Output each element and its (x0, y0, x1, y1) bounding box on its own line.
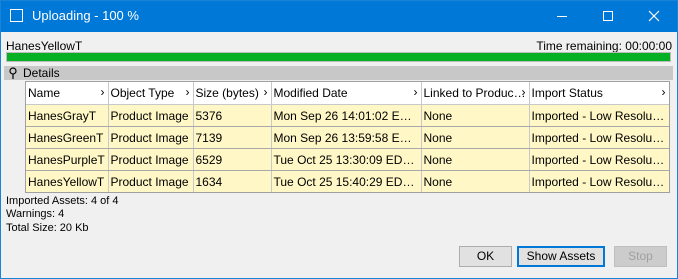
cell-linked-to-product: None (421, 148, 530, 171)
warnings-summary: Warnings: 4 (6, 208, 65, 220)
cell-name: HanesYellowT (26, 170, 109, 192)
column-header-name[interactable]: Name › (26, 82, 109, 105)
total-size-summary: Total Size: 20 Kb (6, 222, 89, 234)
column-header-modified-date[interactable]: Modified Date › (271, 82, 422, 105)
table-row[interactable]: HanesYellowT Product Image 1634 Tue Oct … (26, 170, 669, 192)
imported-assets-summary: Imported Assets: 4 of 4 (6, 195, 119, 207)
stop-button[interactable]: Stop (614, 246, 667, 267)
close-icon (648, 10, 660, 22)
ok-button[interactable]: OK (459, 246, 512, 267)
details-label: Details (23, 66, 60, 80)
cell-object-type: Product Image (108, 148, 194, 171)
cell-import-status: Imported - Low Resolution (529, 148, 669, 171)
cell-name: HanesPurpleT (26, 148, 109, 171)
maximize-icon (603, 11, 613, 21)
cell-object-type: Product Image (108, 126, 194, 149)
close-button[interactable] (631, 1, 677, 32)
sort-arrow-icon: › (100, 85, 105, 99)
table-row[interactable]: HanesGrayT Product Image 5376 Mon Sep 26… (26, 104, 669, 127)
pin-icon[interactable] (8, 67, 18, 79)
sort-arrow-icon: › (185, 85, 190, 99)
maximize-button[interactable] (585, 1, 631, 32)
column-header-object-type[interactable]: Object Type › (108, 82, 194, 105)
upload-progress-bar (6, 52, 671, 62)
show-assets-button[interactable]: Show Assets (517, 246, 605, 267)
cell-modified-date: Mon Sep 26 14:01:02 EDT 2... (271, 104, 422, 127)
cell-linked-to-product: None (421, 170, 530, 192)
cell-import-status: Imported - Low Resolution (529, 126, 669, 149)
cell-import-status: Imported - Low Resolution (529, 104, 669, 127)
column-header-import-status[interactable]: Import Status › (529, 82, 669, 105)
cell-linked-to-product: None (421, 126, 530, 149)
table-row[interactable]: HanesPurpleT Product Image 6529 Tue Oct … (26, 148, 669, 171)
cell-modified-date: Tue Oct 25 15:40:29 EDT 2016 (271, 170, 422, 192)
window-title: Uploading - 100 % (32, 8, 139, 23)
sort-arrow-icon: › (263, 85, 268, 99)
cell-import-status: Imported - Low Resolution (529, 170, 669, 192)
sort-arrow-icon: › (413, 85, 418, 99)
column-header-linked-to-product[interactable]: Linked to Product... › (421, 82, 530, 105)
column-header-size[interactable]: Size (bytes) › (193, 82, 272, 105)
cell-object-type: Product Image (108, 104, 194, 127)
assets-table: Name › Object Type › Size (bytes) › Modifie… (25, 81, 670, 193)
upload-dialog: Uploading - 100 % HanesYellowT Time rema… (0, 0, 678, 279)
cell-modified-date: Tue Oct 25 13:30:09 EDT 2016 (271, 148, 422, 171)
sort-arrow-icon: › (661, 85, 666, 99)
cell-size: 6529 (193, 148, 272, 171)
current-file-label: HanesYellowT (6, 39, 83, 53)
minimize-button[interactable] (539, 1, 585, 32)
cell-name: HanesGrayT (26, 104, 109, 127)
cell-size: 1634 (193, 170, 272, 192)
details-section-header[interactable]: Details (4, 66, 673, 80)
table-row[interactable]: HanesGreenT Product Image 7139 Mon Sep 2… (26, 126, 669, 149)
cell-linked-to-product: None (421, 104, 530, 127)
cell-modified-date: Mon Sep 26 13:59:58 EDT 2... (271, 126, 422, 149)
table-header-row: Name › Object Type › Size (bytes) › Modifie… (26, 82, 669, 105)
minimize-icon (557, 16, 567, 17)
sort-arrow-icon: › (521, 85, 526, 99)
progress-fill (7, 53, 670, 61)
cell-name: HanesGreenT (26, 126, 109, 149)
cell-size: 5376 (193, 104, 272, 127)
time-remaining-label: Time remaining: 00:00:00 (536, 39, 672, 53)
cell-object-type: Product Image (108, 170, 194, 192)
cell-size: 7139 (193, 126, 272, 149)
title-bar[interactable]: Uploading - 100 % (1, 1, 677, 32)
window-icon (10, 9, 23, 22)
